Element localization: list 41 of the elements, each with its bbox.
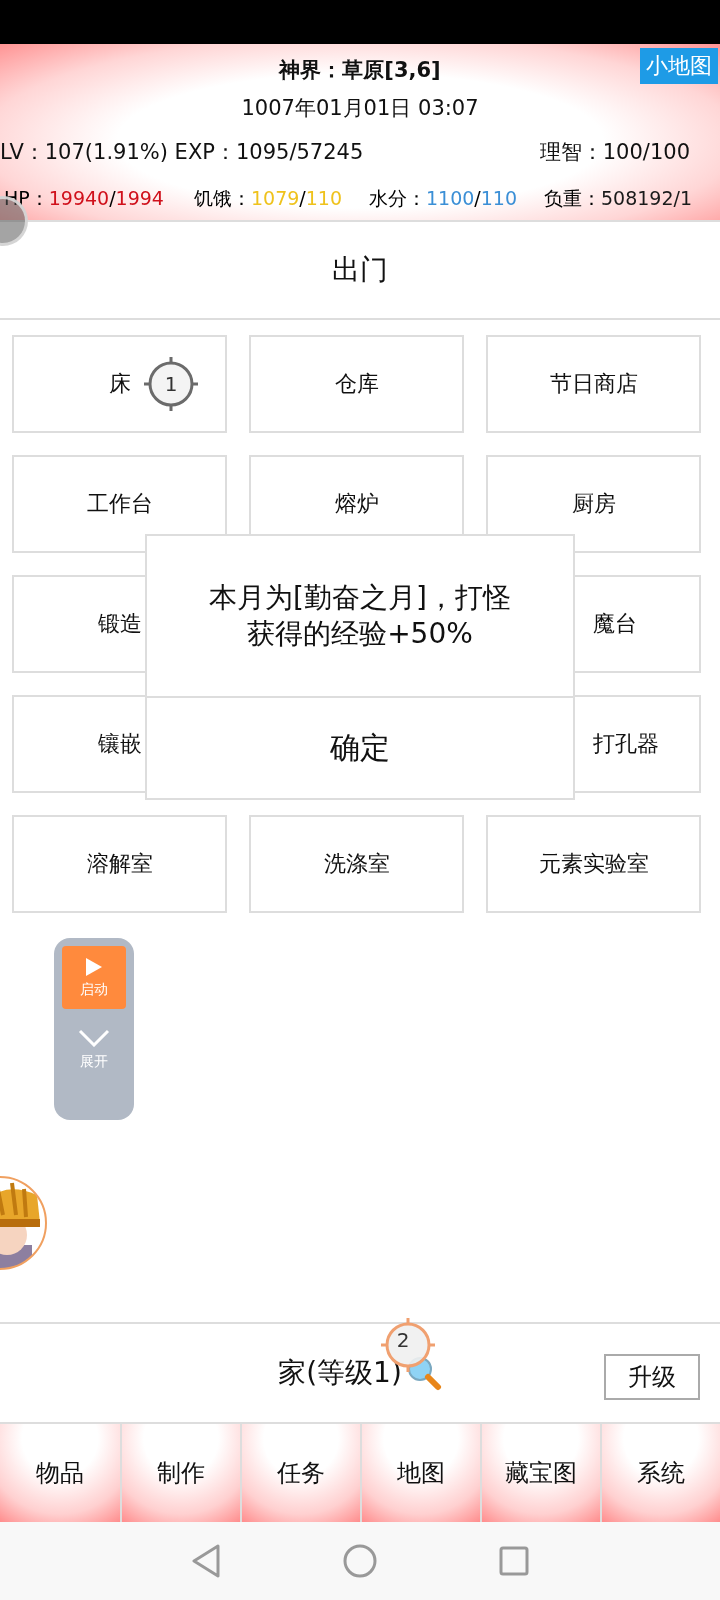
facility-tile[interactable]: 洗涤室	[249, 815, 464, 913]
facility-tile[interactable]: 床 1	[12, 335, 227, 433]
home-title: 家(等级1)	[278, 1355, 402, 1391]
stat-value: 1079	[251, 187, 300, 209]
menu-tab[interactable]: 制作	[120, 1424, 240, 1522]
upgrade-button[interactable]: 升级	[604, 1354, 700, 1400]
game-date: 1007年01月01日 03:07	[241, 95, 479, 122]
location-title: 神界：草原[3,6]	[279, 57, 441, 84]
stat-separator: /	[109, 187, 116, 209]
crosshair-icon	[142, 355, 200, 413]
marker-number: 1	[164, 372, 178, 396]
facility-tile[interactable]: 仓库	[249, 335, 464, 433]
stat-separator: /	[299, 187, 306, 209]
menu-tab[interactable]: 藏宝图	[480, 1424, 600, 1522]
stat-label: HP：	[4, 187, 49, 209]
stat-label: 负重：	[544, 187, 601, 209]
stat-separator: /	[474, 187, 481, 209]
level-exp-text: LV：107(1.91%) EXP：1095/57245	[0, 139, 364, 166]
facility-tile[interactable]: 溶解室	[12, 815, 227, 913]
stat-value: 1100	[426, 187, 475, 209]
home-icon[interactable]	[343, 1544, 377, 1578]
facility-tile[interactable]: 元素实验室	[486, 815, 701, 913]
sanity-text: 理智：100/100	[539, 139, 690, 166]
menu-tab[interactable]: 任务	[240, 1424, 360, 1522]
stat-value: 508192/1	[601, 187, 693, 209]
stat-value: 19940	[48, 187, 110, 209]
stat-max: 110	[305, 187, 343, 209]
menu-tab[interactable]: 系统	[600, 1424, 720, 1522]
stat-label: 水分：	[369, 187, 426, 209]
stat-max: 1994	[115, 187, 164, 209]
chevron-down-icon	[78, 1029, 110, 1047]
back-icon[interactable]	[191, 1544, 221, 1578]
action-bar[interactable]: 出门	[0, 222, 720, 320]
menu-tab[interactable]: 物品	[0, 1424, 120, 1522]
recents-icon[interactable]	[499, 1546, 529, 1576]
facility-tile[interactable]: 节日商店	[486, 335, 701, 433]
play-icon	[85, 956, 103, 977]
stat-label: 饥饿：	[194, 187, 251, 209]
marker-number: 2	[396, 1328, 410, 1352]
stat-max: 110	[480, 187, 518, 209]
menu-tab[interactable]: 地图	[360, 1424, 480, 1522]
